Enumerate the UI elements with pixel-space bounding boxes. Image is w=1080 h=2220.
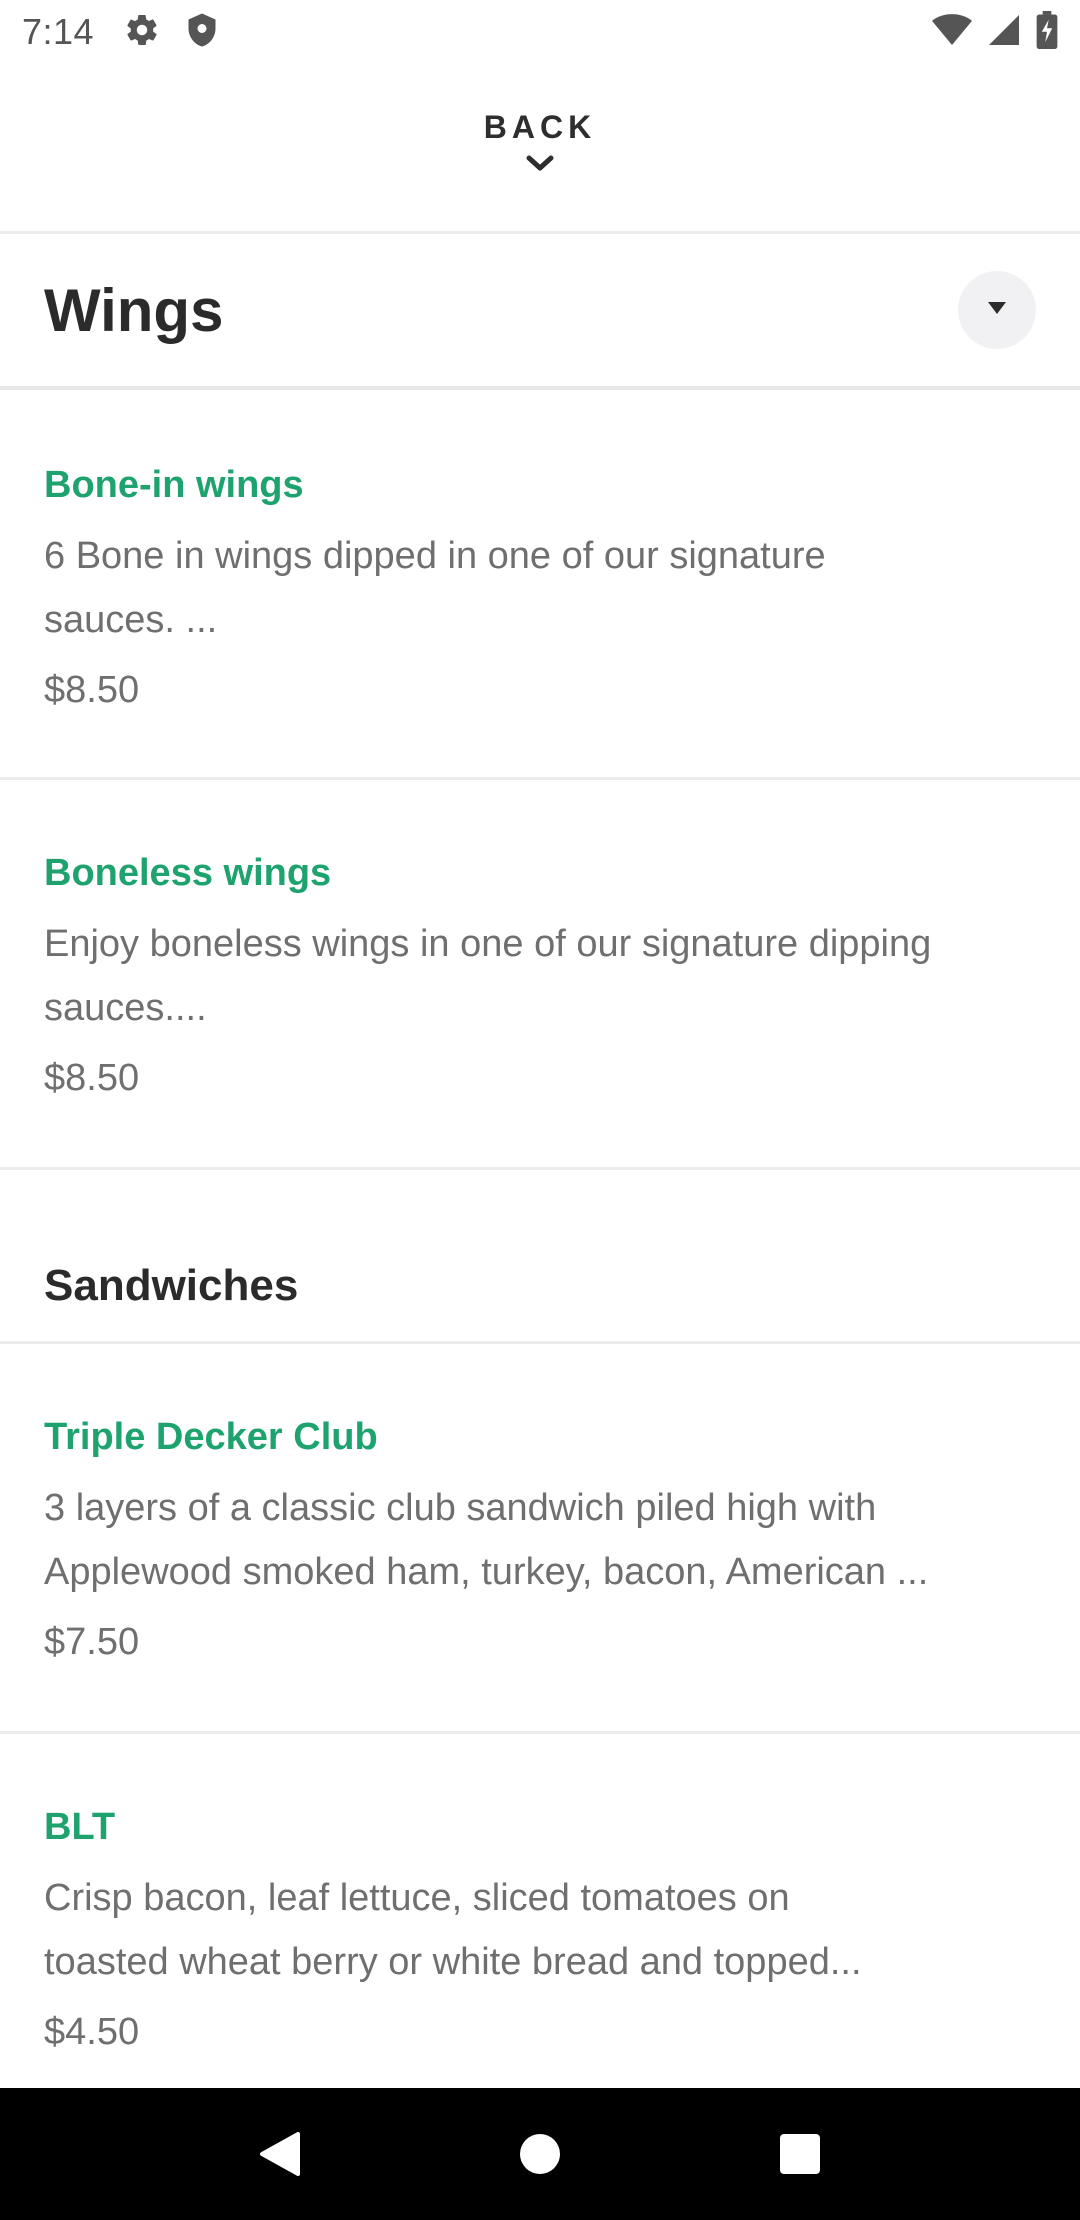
category-header: Wings bbox=[0, 234, 1080, 390]
item-price: $7.50 bbox=[44, 1621, 140, 1663]
status-bar: 7:14 bbox=[0, 0, 1080, 64]
item-description: 6 Bone in wings dipped in one of our sig… bbox=[44, 535, 826, 641]
gear-icon bbox=[124, 12, 160, 53]
item-name: Triple Decker Club bbox=[44, 1416, 378, 1458]
item-description: 3 layers of a classic club sandwich pile… bbox=[44, 1487, 929, 1593]
shield-icon bbox=[184, 12, 220, 53]
category-title: Wings bbox=[44, 276, 224, 344]
screen: 7:14 BACK Wings Bone-in wings 6 Bone in … bbox=[0, 0, 1080, 2220]
battery-charging-icon bbox=[1036, 10, 1058, 54]
back-label: BACK bbox=[483, 108, 597, 145]
menu-item-boneless-wings[interactable]: Boneless wings Enjoy boneless wings in o… bbox=[0, 780, 1080, 1170]
chevron-down-icon bbox=[525, 154, 555, 179]
section-title: Sandwiches bbox=[44, 1260, 299, 1310]
status-time: 7:14 bbox=[22, 11, 95, 52]
recents-square-icon[interactable] bbox=[755, 2109, 845, 2199]
signal-icon bbox=[986, 12, 1022, 53]
menu-item-bone-in-wings[interactable]: Bone-in wings 6 Bone in wings dipped in … bbox=[0, 390, 1080, 780]
back-triangle-icon[interactable] bbox=[235, 2109, 325, 2199]
menu-item-triple-decker-club[interactable]: Triple Decker Club 3 layers of a classic… bbox=[0, 1344, 1080, 1734]
item-description: Enjoy boneless wings in one of our signa… bbox=[44, 923, 932, 1029]
item-name: Bone-in wings bbox=[44, 464, 304, 506]
item-name: BLT bbox=[44, 1806, 116, 1848]
wifi-icon bbox=[932, 12, 972, 53]
system-nav-bar bbox=[0, 2088, 1080, 2220]
caret-down-icon bbox=[986, 300, 1008, 321]
item-description: Crisp bacon, leaf lettuce, sliced tomato… bbox=[44, 1877, 862, 1983]
category-toggle-button[interactable] bbox=[958, 271, 1036, 349]
item-price: $4.50 bbox=[44, 2011, 140, 2053]
item-price: $8.50 bbox=[44, 669, 140, 711]
menu-item-blt[interactable]: BLT Crisp bacon, leaf lettuce, sliced to… bbox=[0, 1734, 1080, 2088]
section-header-sandwiches: Sandwiches bbox=[0, 1170, 1080, 1344]
item-price: $8.50 bbox=[44, 1057, 140, 1099]
status-left-icons bbox=[124, 12, 220, 53]
home-circle-icon[interactable] bbox=[495, 2109, 585, 2199]
item-name: Boneless wings bbox=[44, 852, 332, 894]
back-button[interactable]: BACK bbox=[0, 64, 1080, 234]
status-right-icons bbox=[932, 10, 1058, 54]
